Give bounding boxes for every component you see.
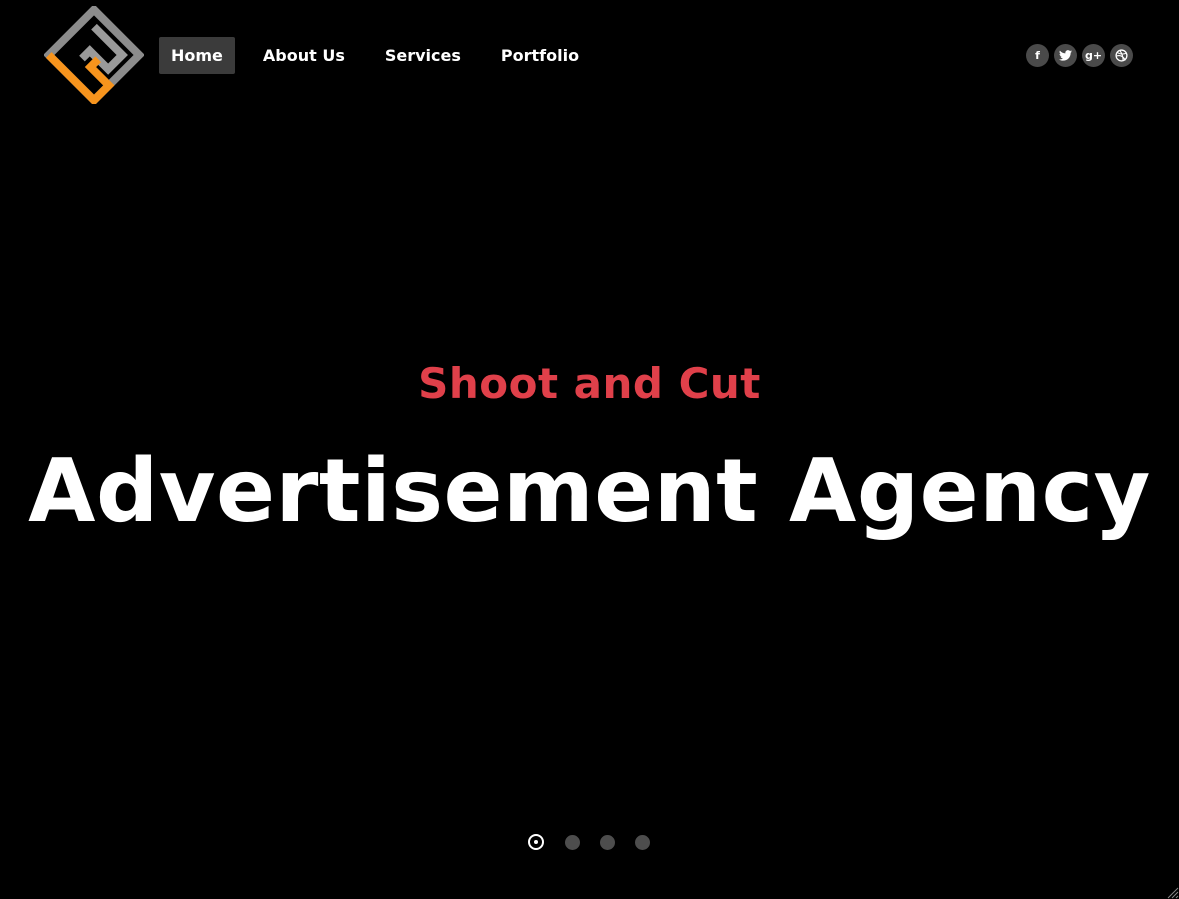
slider-pagination [526,831,656,853]
dribbble-icon[interactable] [1110,44,1133,67]
twitter-icon[interactable] [1054,44,1077,67]
slider-dot-2[interactable] [565,835,580,850]
main-nav: Home About Us Services Portfolio [159,37,607,74]
resize-grip-icon[interactable] [1165,885,1179,899]
nav-item-home[interactable]: Home [159,37,235,74]
google-plus-icon[interactable]: g+ [1082,44,1105,67]
social-links: f g+ [1026,44,1138,67]
hero-title: Advertisement Agency [28,440,1151,542]
slider-dot-3[interactable] [600,835,615,850]
nav-item-about-us[interactable]: About Us [251,37,357,74]
nav-item-portfolio[interactable]: Portfolio [489,37,591,74]
site-header: Home About Us Services Portfolio f g+ [0,0,1179,110]
nav-item-services[interactable]: Services [373,37,473,74]
maze-diamond-logo-icon[interactable] [44,6,144,104]
hero-subtitle: Shoot and Cut [418,359,761,408]
slider-dot-1[interactable] [528,834,544,850]
facebook-icon[interactable]: f [1026,44,1049,67]
slider-dot-4[interactable] [635,835,650,850]
